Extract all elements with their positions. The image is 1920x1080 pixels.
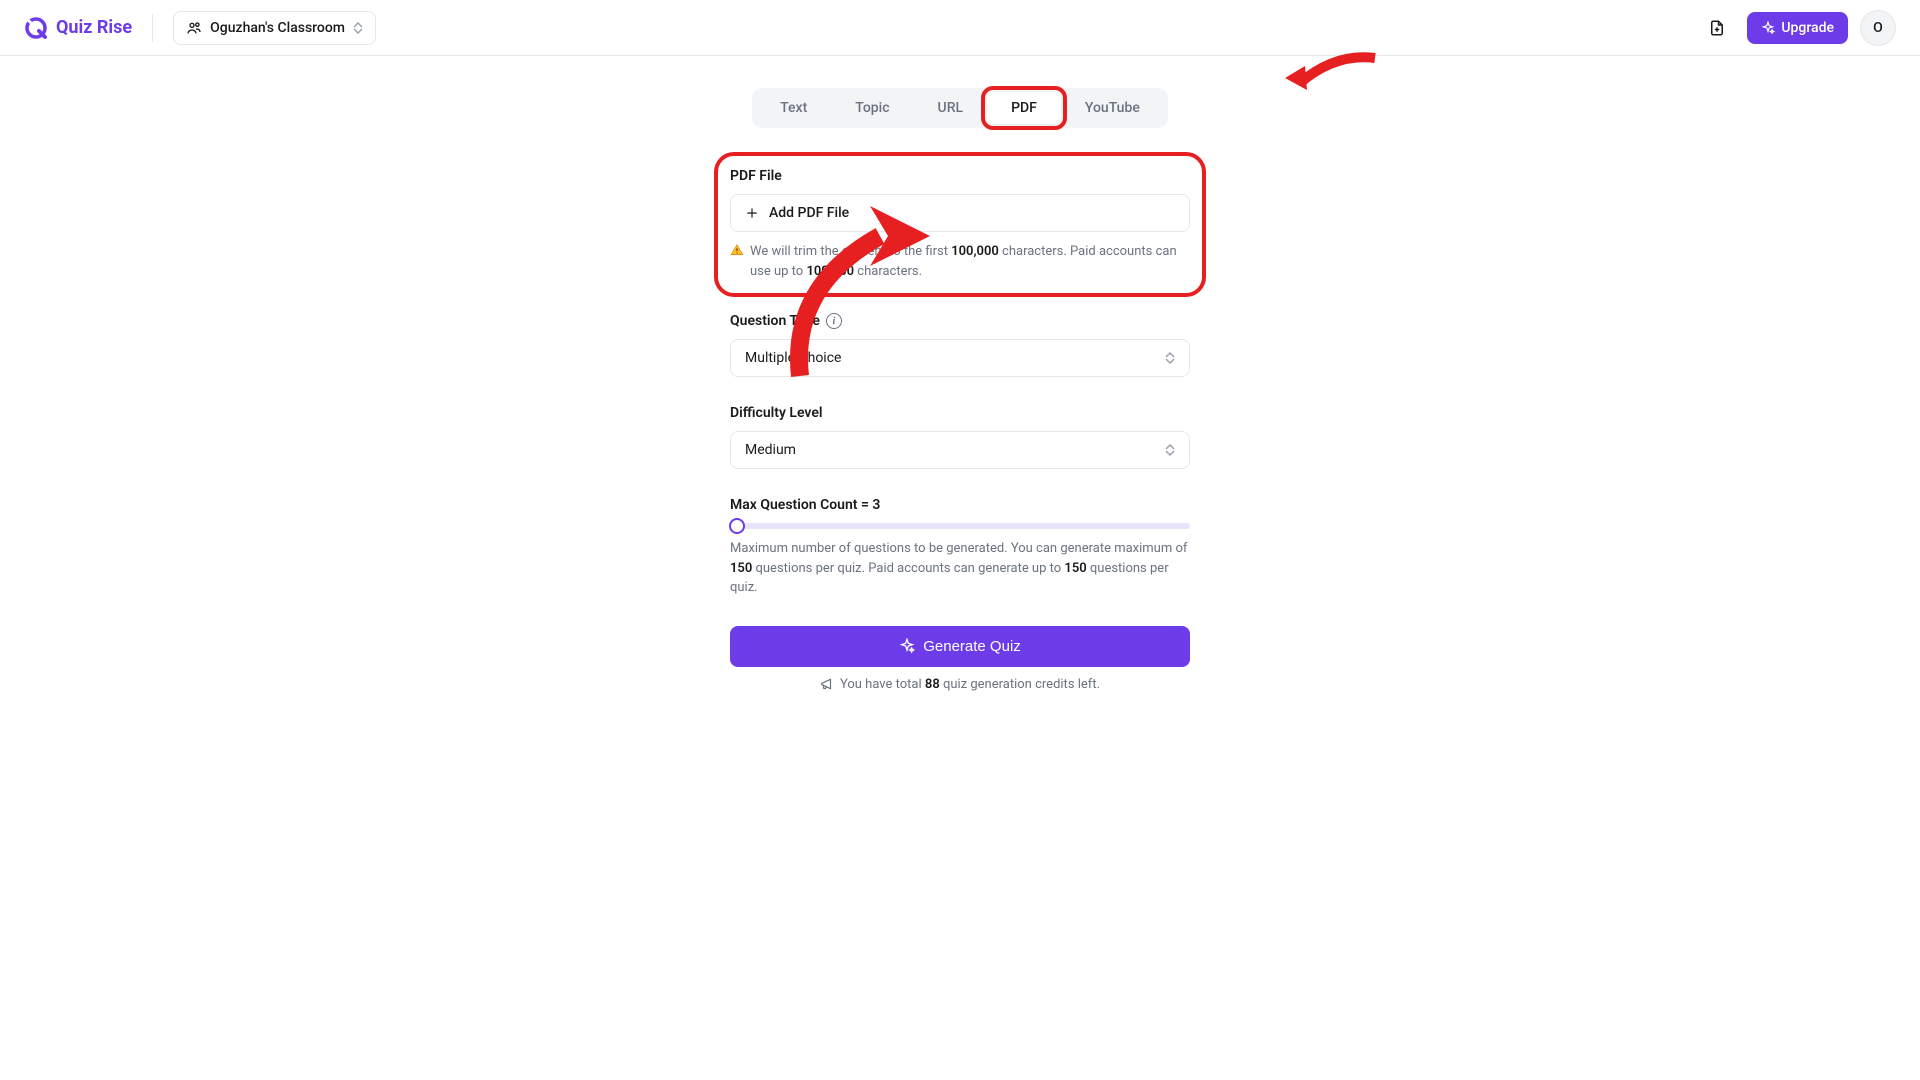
question-type-select[interactable]: Multiple Choice — [730, 339, 1190, 377]
slider-thumb[interactable] — [729, 518, 745, 534]
question-type-value: Multiple Choice — [745, 350, 841, 366]
chevron-updown-icon — [353, 22, 363, 34]
document-add-icon — [1708, 19, 1726, 37]
user-avatar[interactable]: O — [1860, 10, 1896, 46]
difficulty-label: Difficulty Level — [730, 405, 1190, 421]
brand-name: Quiz Rise — [56, 17, 132, 38]
difficulty-select[interactable]: Medium — [730, 431, 1190, 469]
chevron-updown-icon — [1165, 352, 1175, 364]
logo-icon — [24, 16, 48, 40]
source-tabs: Text Topic URL PDF YouTube — [480, 88, 1440, 128]
credits-info: You have total 88 quiz generation credit… — [730, 677, 1190, 692]
tab-youtube[interactable]: YouTube — [1061, 92, 1164, 124]
sparkle-icon — [899, 638, 915, 654]
tab-url[interactable]: URL — [914, 92, 988, 124]
max-count-slider[interactable] — [730, 523, 1190, 529]
max-count-helper: Maximum number of questions to be genera… — [730, 539, 1190, 598]
max-count-label: Max Question Count = 3 — [730, 497, 1190, 513]
difficulty-section: Difficulty Level Medium — [730, 405, 1190, 469]
add-pdf-label: Add PDF File — [769, 205, 849, 221]
brand-logo[interactable]: Quiz Rise — [24, 16, 132, 40]
header-right: Upgrade O — [1699, 10, 1896, 46]
credits-text: You have total 88 quiz generation credit… — [840, 677, 1100, 692]
max-count-section: Max Question Count = 3 Maximum number of… — [730, 497, 1190, 598]
pdf-file-label: PDF File — [730, 168, 1190, 184]
generate-quiz-button[interactable]: Generate Quiz — [730, 626, 1190, 667]
question-type-label: Question Type i — [730, 313, 1190, 329]
megaphone-icon — [820, 677, 834, 691]
quiz-form: PDF File Add PDF File We will trim the c… — [730, 164, 1190, 692]
tab-pdf[interactable]: PDF — [987, 92, 1061, 124]
classroom-name: Oguzhan's Classroom — [210, 20, 345, 36]
divider — [152, 14, 153, 42]
tab-topic[interactable]: Topic — [831, 92, 913, 124]
app-header: Quiz Rise Oguzhan's Classroom — [0, 0, 1920, 56]
chevron-updown-icon — [1165, 444, 1175, 456]
avatar-initial: O — [1873, 20, 1883, 36]
max-count-helper-content: Maximum number of questions to be genera… — [730, 539, 1190, 598]
document-add-button[interactable] — [1699, 10, 1735, 46]
upgrade-label: Upgrade — [1781, 20, 1834, 36]
header-left: Quiz Rise Oguzhan's Classroom — [24, 11, 376, 45]
tab-text[interactable]: Text — [756, 92, 831, 124]
main-content: Text Topic URL PDF YouTube PDF File Add … — [480, 56, 1440, 724]
info-icon[interactable]: i — [826, 313, 842, 329]
pdf-file-section: PDF File Add PDF File We will trim the c… — [726, 164, 1194, 285]
users-icon — [186, 20, 202, 36]
difficulty-value: Medium — [745, 442, 796, 458]
max-count-slider-wrap: Maximum number of questions to be genera… — [730, 523, 1190, 598]
question-type-section: Question Type i Multiple Choice — [730, 313, 1190, 377]
plus-icon — [745, 206, 759, 220]
sparkle-icon — [1761, 21, 1775, 35]
tabs-container: Text Topic URL PDF YouTube — [752, 88, 1168, 128]
generate-label: Generate Quiz — [923, 638, 1021, 655]
add-pdf-button[interactable]: Add PDF File — [730, 194, 1190, 232]
pdf-helper-content: We will trim the content to the first 10… — [750, 242, 1190, 281]
classroom-selector[interactable]: Oguzhan's Classroom — [173, 11, 376, 45]
pdf-helper-text: We will trim the content to the first 10… — [730, 242, 1190, 281]
warning-icon — [730, 243, 744, 257]
upgrade-button[interactable]: Upgrade — [1747, 12, 1848, 44]
